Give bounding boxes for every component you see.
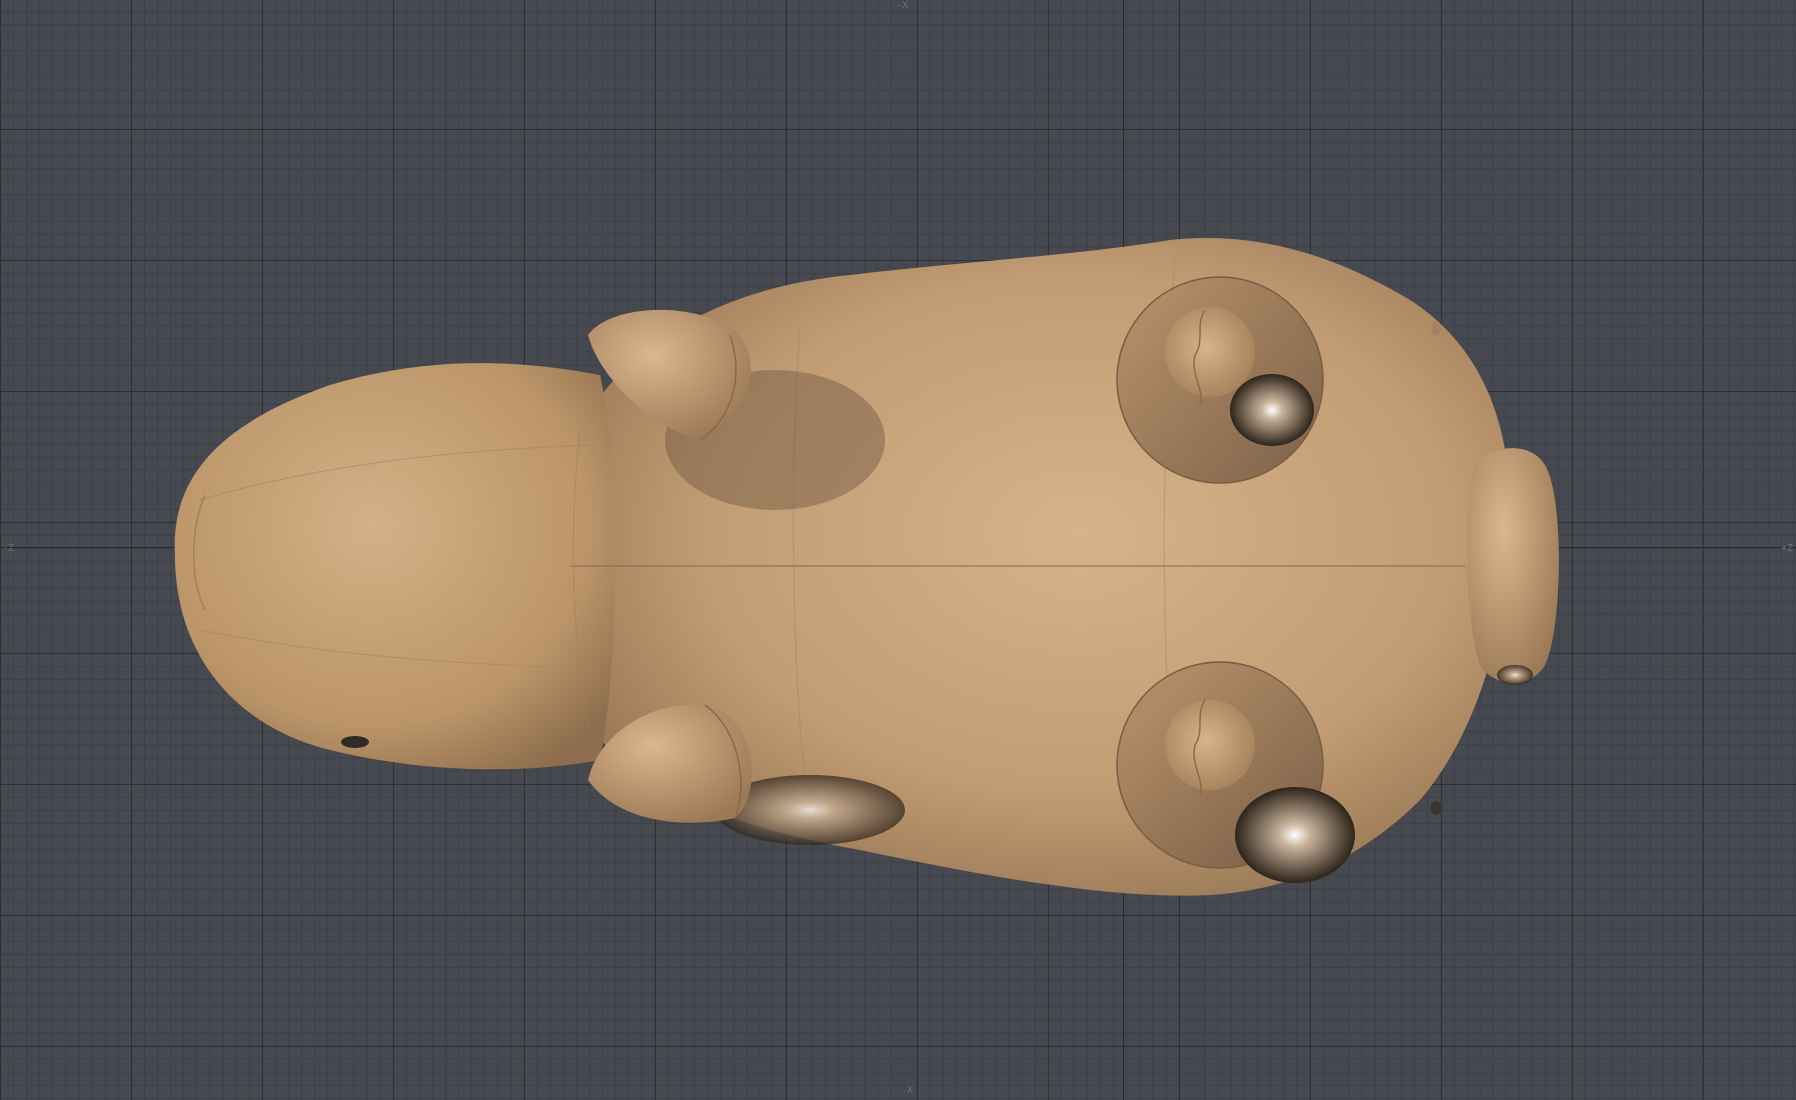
model-eye-bottom <box>1165 700 1255 790</box>
model-head <box>174 363 616 770</box>
model-eye-top <box>1165 307 1255 397</box>
3d-model[interactable] <box>0 0 1796 1100</box>
model-tail <box>1466 448 1559 684</box>
3d-viewport[interactable]: -X -X -Z +Z <box>0 0 1796 1100</box>
